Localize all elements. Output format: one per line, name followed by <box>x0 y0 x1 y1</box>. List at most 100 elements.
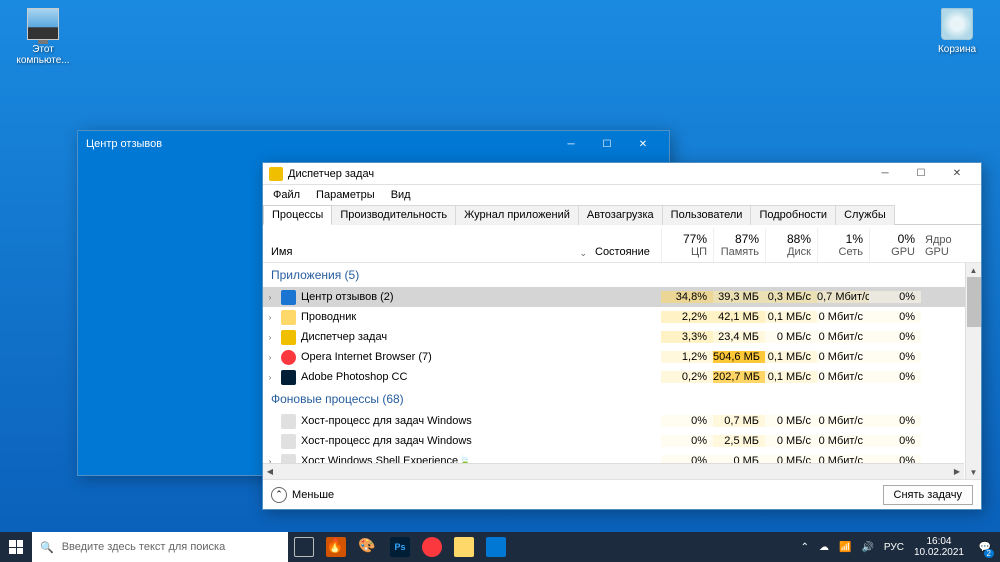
col-network[interactable]: 1%Сеть <box>817 228 869 262</box>
process-row[interactable]: ›Проводник2,2%42,1 МБ0,1 МБ/с0 Мбит/с0% <box>263 307 981 327</box>
tray-wifi-icon[interactable]: 📶 <box>839 542 851 553</box>
col-name[interactable]: Имя ⌄ <box>263 242 591 262</box>
cell-memory: 504,6 МБ <box>713 351 765 363</box>
menu-options[interactable]: Параметры <box>308 187 383 203</box>
process-name: Центр отзывов (2) <box>277 290 591 305</box>
computer-icon <box>27 8 59 40</box>
window-title: Диспетчер задач <box>288 168 374 180</box>
tab-users[interactable]: Пользователи <box>663 205 752 225</box>
tab-apphistory[interactable]: Журнал приложений <box>456 205 579 225</box>
titlebar[interactable]: Центр отзывов ─ ☐ ✕ <box>78 131 669 157</box>
cell-network: 0 Мбит/с <box>817 331 869 343</box>
minimize-button[interactable]: ─ <box>867 164 903 184</box>
tab-performance[interactable]: Производительность <box>332 205 456 225</box>
scrollbar-horizontal[interactable]: ◀ ▶ <box>263 463 964 479</box>
col-disk[interactable]: 88%Диск <box>765 228 817 262</box>
process-row[interactable]: ›Opera Internet Browser (7)1,2%504,6 МБ0… <box>263 347 981 367</box>
cell-disk: 0 МБ/с <box>765 415 817 427</box>
expand-icon[interactable]: › <box>263 293 277 302</box>
cell-disk: 0 МБ/с <box>765 331 817 343</box>
cell-disk: 0,1 МБ/с <box>765 371 817 383</box>
column-headers: Имя ⌄ Состояние 77%ЦП 87%Память 88%Диск … <box>263 225 981 263</box>
app-icon <box>281 414 296 429</box>
start-button[interactable] <box>0 532 32 562</box>
cell-network: 0 Мбит/с <box>817 415 869 427</box>
minimize-button[interactable]: ─ <box>553 133 589 155</box>
tray-clock[interactable]: 16:04 10.02.2021 <box>914 536 964 558</box>
col-gpu-engine[interactable]: Ядро GPU <box>921 230 981 262</box>
process-name: Хост-процесс для задач Windows <box>277 434 591 449</box>
menu-view[interactable]: Вид <box>383 187 419 203</box>
cell-network: 0 Мбит/с <box>817 311 869 323</box>
process-row[interactable]: Хост-процесс для задач Windows0%2,5 МБ0 … <box>263 431 981 451</box>
tray-onedrive-icon[interactable]: ☁ <box>819 542 829 553</box>
close-button[interactable]: ✕ <box>625 133 661 155</box>
expand-icon[interactable]: › <box>263 333 277 342</box>
search-icon: 🔍 <box>40 541 54 554</box>
desktop-icon-recycle[interactable]: Корзина <box>922 8 992 55</box>
tab-startup[interactable]: Автозагрузка <box>579 205 663 225</box>
menu-file[interactable]: Файл <box>265 187 308 203</box>
col-gpu[interactable]: 0%GPU <box>869 228 921 262</box>
scroll-left-icon[interactable]: ◀ <box>263 464 277 479</box>
process-row[interactable]: ›Adobe Photoshop CC0,2%202,7 МБ0,1 МБ/с0… <box>263 367 981 387</box>
app-icon <box>281 310 296 325</box>
tabs: Процессы Производительность Журнал прило… <box>263 205 981 225</box>
task-manager-window[interactable]: Диспетчер задач ─ ☐ ✕ Файл Параметры Вид… <box>262 162 982 510</box>
close-button[interactable]: ✕ <box>939 164 975 184</box>
expand-icon[interactable]: › <box>263 353 277 362</box>
search-input[interactable]: 🔍 Введите здесь текст для поиска <box>32 532 288 562</box>
taskbar-app-opera[interactable] <box>416 532 448 562</box>
cell-memory: 23,4 МБ <box>713 331 765 343</box>
taskbar-app-explorer[interactable] <box>448 532 480 562</box>
process-list: Приложения (5)›Центр отзывов (2)34,8%39,… <box>263 263 981 479</box>
cell-gpu: 0% <box>869 351 921 363</box>
end-task-button[interactable]: Снять задачу <box>883 485 974 505</box>
maximize-button[interactable]: ☐ <box>589 133 625 155</box>
maximize-button[interactable]: ☐ <box>903 164 939 184</box>
tab-services[interactable]: Службы <box>836 205 895 225</box>
process-row[interactable]: Хост-процесс для задач Windows0%0,7 МБ0 … <box>263 411 981 431</box>
taskbar-app[interactable] <box>480 532 512 562</box>
cell-network: 0 Мбит/с <box>817 435 869 447</box>
cell-cpu: 0,2% <box>661 371 713 383</box>
action-center-button[interactable]: 💬 2 <box>974 532 996 562</box>
task-view-button[interactable] <box>288 532 320 562</box>
process-row[interactable]: ›Диспетчер задач3,3%23,4 МБ0 МБ/с0 Мбит/… <box>263 327 981 347</box>
tray-language[interactable]: РУС <box>884 542 904 553</box>
cell-network: 0,7 Мбит/с <box>817 291 869 303</box>
cell-gpu: 0% <box>869 371 921 383</box>
scroll-up-icon[interactable]: ▲ <box>966 263 981 277</box>
process-name: Opera Internet Browser (7) <box>277 350 591 365</box>
cell-gpu: 0% <box>869 311 921 323</box>
tray-chevron-up-icon[interactable]: ⌃ <box>801 542 809 553</box>
scrollbar-vertical[interactable]: ▲ ▼ <box>965 263 981 479</box>
app-icon <box>281 350 296 365</box>
tab-details[interactable]: Подробности <box>751 205 836 225</box>
scroll-down-icon[interactable]: ▼ <box>966 465 981 479</box>
scrollbar-thumb[interactable] <box>967 277 981 327</box>
cell-gpu: 0% <box>869 291 921 303</box>
col-memory[interactable]: 87%Память <box>713 228 765 262</box>
chevron-up-icon: ⌃ <box>271 487 287 503</box>
desktop-icon-thispc[interactable]: Этот компьюте... <box>8 8 78 66</box>
cell-network: 0 Мбит/с <box>817 371 869 383</box>
expand-icon[interactable]: › <box>263 373 277 382</box>
taskbar-app-photoshop[interactable]: Ps <box>384 532 416 562</box>
process-group-header: Приложения (5) <box>263 263 981 287</box>
fewer-details-button[interactable]: ⌃ Меньше <box>271 487 334 503</box>
tab-processes[interactable]: Процессы <box>263 205 332 225</box>
col-cpu[interactable]: 77%ЦП <box>661 228 713 262</box>
process-row[interactable]: ›Центр отзывов (2)34,8%39,3 МБ0,3 МБ/с0,… <box>263 287 981 307</box>
app-icon <box>281 290 296 305</box>
tray-volume-icon[interactable]: 🔊 <box>861 542 873 553</box>
taskbar-app[interactable]: 🔥 <box>320 532 352 562</box>
scroll-right-icon[interactable]: ▶ <box>950 464 964 479</box>
titlebar[interactable]: Диспетчер задач ─ ☐ ✕ <box>263 163 981 185</box>
taskbar-app[interactable]: 🎨 <box>352 532 384 562</box>
col-status[interactable]: Состояние <box>591 242 661 262</box>
search-placeholder: Введите здесь текст для поиска <box>62 541 226 553</box>
cell-disk: 0,1 МБ/с <box>765 351 817 363</box>
expand-icon[interactable]: › <box>263 313 277 322</box>
process-group-header: Фоновые процессы (68) <box>263 387 981 411</box>
